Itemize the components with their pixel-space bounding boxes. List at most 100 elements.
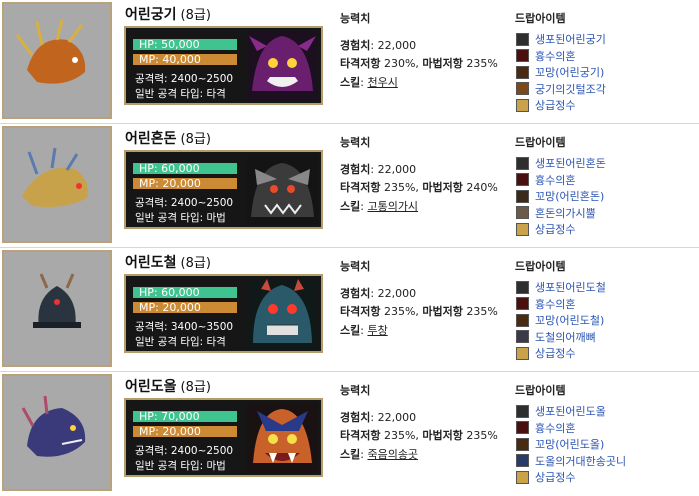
drop-item[interactable]: 흉수의혼 — [516, 48, 606, 65]
skill-line: 스킬: 천우시 — [340, 76, 398, 89]
monster-row: 어린도철 (8급) HP: 60,000 MP: 20,000 공격력: 3400~35… — [0, 248, 699, 372]
drop-item-icon — [516, 173, 529, 187]
drop-list: 생포된어린혼돈 흉수의혼 꼬망(어린혼돈) 혼돈의가시뿔 상급정수 — [516, 155, 606, 238]
monster-thumbnail-image — [15, 19, 86, 84]
drop-item-icon — [516, 82, 529, 96]
drop-item[interactable]: 꼬망(어린도철) — [516, 312, 606, 329]
drop-item-label[interactable]: 상급정수 — [535, 97, 575, 113]
skill-line: 스킬: 고통의가시 — [340, 200, 419, 213]
monster-thumbnail[interactable] — [2, 374, 112, 491]
monster-stat-card: HP: 50,000 MP: 40,000 공격력: 2400~2500 일반 공격 … — [124, 26, 323, 105]
drop-item-label[interactable]: 꼬망(어린도철) — [535, 312, 604, 328]
drop-item[interactable]: 상급정수 — [516, 345, 606, 362]
drop-item-label[interactable]: 꼬망(어린궁기) — [535, 64, 604, 80]
monster-portrait — [247, 31, 318, 101]
drop-item[interactable]: 상급정수 — [516, 97, 606, 114]
drop-item[interactable]: 궁기의깃털조각 — [516, 81, 606, 98]
drop-list: 생포된어린도올 흉수의혼 꼬망(어린도올) 도올의거대한송곳니 상급정수 — [516, 403, 626, 486]
monster-row: 어린혼돈 (8급) HP: 60,000 MP: 20,000 공격력: 2400~25… — [0, 124, 699, 248]
skill-link[interactable]: 천우시 — [367, 76, 397, 89]
drop-item-label[interactable]: 흉수의혼 — [535, 420, 575, 436]
drop-item[interactable]: 도철의어깨뼈 — [516, 329, 606, 346]
drop-item-label[interactable]: 생포된어린도철 — [535, 279, 606, 295]
drop-item-icon — [516, 421, 529, 435]
drop-item[interactable]: 상급정수 — [516, 469, 626, 486]
monster-grade: (8급) — [180, 8, 211, 23]
drop-header: 드랍아이템 — [515, 12, 566, 25]
drop-item[interactable]: 생포된어린궁기 — [516, 31, 606, 48]
drop-item-label[interactable]: 생포된어린혼돈 — [535, 155, 606, 171]
drop-item-label[interactable]: 상급정수 — [535, 221, 575, 237]
skill-link[interactable]: 고통의가시 — [367, 200, 418, 213]
drop-item[interactable]: 꼬망(어린혼돈) — [516, 188, 606, 205]
drop-item-icon — [516, 206, 529, 220]
drop-item-label[interactable]: 생포된어린도올 — [535, 403, 606, 419]
drop-item-icon — [516, 404, 529, 418]
ability-header: 능력치 — [340, 260, 371, 273]
skill-line: 스킬: 투창 — [340, 324, 388, 337]
drop-item-icon — [516, 222, 529, 236]
monster-portrait-image — [247, 403, 318, 473]
drop-item-label[interactable]: 혼돈의가시뿔 — [535, 205, 596, 221]
drop-item-label[interactable]: 궁기의깃털조각 — [535, 81, 606, 97]
drop-item-icon — [516, 32, 529, 46]
monster-portrait-image — [247, 279, 318, 349]
hp-bar: HP: 50,000 — [133, 39, 237, 50]
drop-item[interactable]: 흉수의혼 — [516, 420, 626, 437]
monster-thumbnail[interactable] — [2, 2, 112, 119]
drop-item[interactable]: 생포된어린혼돈 — [516, 155, 606, 172]
resist-line: 타격저항 235%, 마법저항 235% — [340, 429, 498, 442]
monster-thumbnail[interactable] — [2, 250, 112, 367]
drop-item-icon — [516, 98, 529, 112]
monster-name: 어린혼돈 (8급) — [125, 131, 211, 147]
drop-item-label[interactable]: 상급정수 — [535, 345, 575, 361]
exp-line: 경험치: 22,000 — [340, 287, 417, 300]
drop-item[interactable]: 생포된어린도철 — [516, 279, 606, 296]
attack-type: 일반 공격 타입: 마법 — [135, 460, 226, 472]
drop-item[interactable]: 꼬망(어린도올) — [516, 436, 626, 453]
drop-item-icon — [516, 470, 529, 484]
drop-item[interactable]: 상급정수 — [516, 221, 606, 238]
monster-name: 어린궁기 (8급) — [125, 7, 211, 23]
drop-item-label[interactable]: 꼬망(어린도올) — [535, 436, 604, 452]
drop-item-icon — [516, 49, 529, 63]
drop-list: 생포된어린궁기 흉수의혼 꼬망(어린궁기) 궁기의깃털조각 상급정수 — [516, 31, 606, 114]
mp-bar: MP: 20,000 — [133, 178, 237, 189]
drop-item-label[interactable]: 도철의어깨뼈 — [535, 329, 596, 345]
skill-link[interactable]: 투창 — [367, 324, 387, 337]
hp-bar: HP: 70,000 — [133, 411, 237, 422]
mp-bar: MP: 40,000 — [133, 54, 237, 65]
drop-item[interactable]: 흉수의혼 — [516, 296, 606, 313]
monster-thumbnail-image — [22, 147, 88, 207]
drop-item-label[interactable]: 상급정수 — [535, 469, 575, 485]
monster-row: 어린궁기 (8급) HP: 50,000 MP: 40,000 공격력: 2400~25… — [0, 0, 699, 124]
skill-link[interactable]: 죽음의송곳 — [367, 448, 418, 461]
monster-name: 어린도철 (8급) — [125, 255, 211, 271]
drop-item[interactable]: 도올의거대한송곳니 — [516, 453, 626, 470]
drop-item[interactable]: 생포된어린도올 — [516, 403, 626, 420]
drop-item-icon — [516, 65, 529, 79]
attack-power: 공격력: 2400~2500 — [135, 445, 234, 457]
drop-item[interactable]: 혼돈의가시뿔 — [516, 205, 606, 222]
drop-item-label[interactable]: 흉수의혼 — [535, 296, 575, 312]
drop-header: 드랍아이템 — [515, 260, 566, 273]
drop-item-icon — [516, 330, 529, 344]
drop-item-icon — [516, 437, 529, 451]
monster-thumbnail[interactable] — [2, 126, 112, 243]
drop-item[interactable]: 흉수의혼 — [516, 172, 606, 189]
resist-line: 타격저항 235%, 마법저항 235% — [340, 305, 498, 318]
drop-item-label[interactable]: 도올의거대한송곳니 — [535, 453, 626, 469]
drop-item-label[interactable]: 생포된어린궁기 — [535, 31, 606, 47]
ability-header: 능력치 — [340, 136, 371, 149]
monster-portrait — [247, 403, 318, 473]
skill-line: 스킬: 죽음의송곳 — [340, 448, 419, 461]
drop-item-icon — [516, 297, 529, 311]
drop-item-label[interactable]: 흉수의혼 — [535, 172, 575, 188]
drop-item-label[interactable]: 꼬망(어린혼돈) — [535, 188, 604, 204]
hp-bar: HP: 60,000 — [133, 287, 237, 298]
resist-line: 타격저항 235%, 마법저항 240% — [340, 181, 498, 194]
monster-name: 어린도올 (8급) — [125, 379, 211, 395]
drop-item-label[interactable]: 흉수의혼 — [535, 48, 575, 64]
drop-item[interactable]: 꼬망(어린궁기) — [516, 64, 606, 81]
monster-grade: (8급) — [180, 256, 211, 271]
